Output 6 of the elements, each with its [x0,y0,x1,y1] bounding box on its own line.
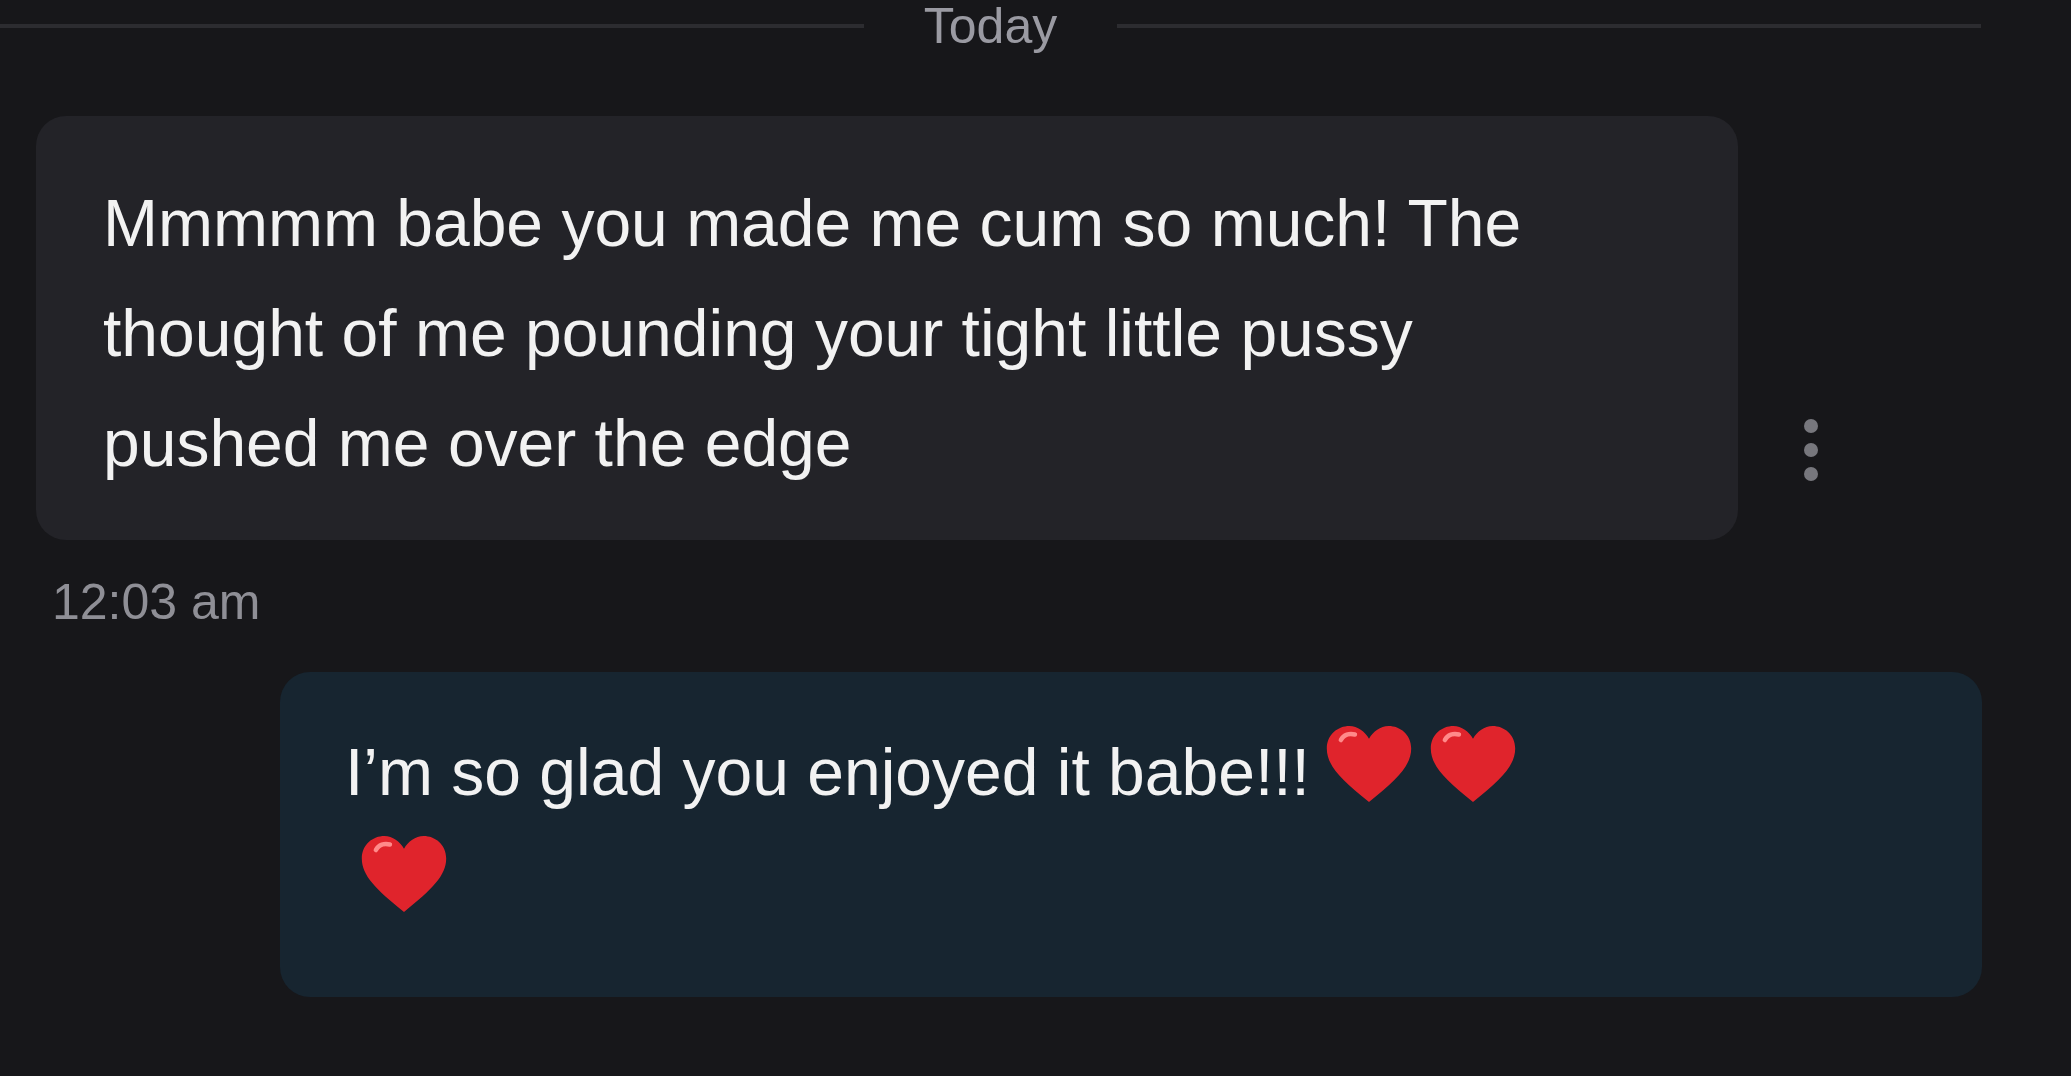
message-text: Mmmmm babe you made me cum so much! The thought of me pounding your tight little pussy pushed me over the edge [103,185,1523,482]
more-options-icon[interactable] [1802,418,1820,482]
heart-icon [359,833,449,915]
date-divider-label: Today [922,0,1059,56]
message-time: 12:03 am [52,573,262,632]
message-text: I’m so glad you enjoyed it babe!!! [345,735,1310,809]
